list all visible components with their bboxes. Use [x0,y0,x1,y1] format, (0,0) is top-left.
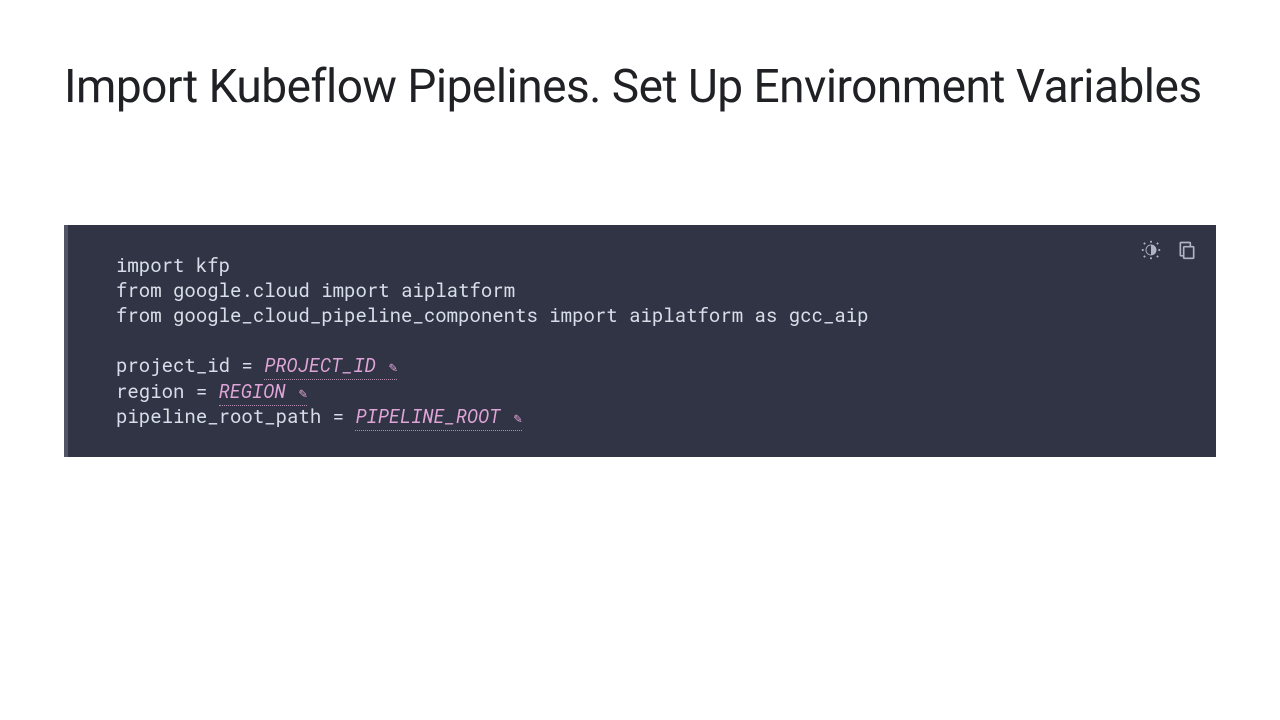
pencil-icon: ✎ [514,408,522,427]
pencil-icon: ✎ [299,383,307,402]
placeholder-project-id[interactable]: PROJECT_ID ✎ [264,353,397,380]
code-line-7: pipeline_root_path = PIPELINE_ROOT ✎ [116,404,1168,429]
code-line-5: project_id = PROJECT_ID ✎ [116,353,1168,378]
code-line-3: from google_cloud_pipeline_components im… [116,303,1168,328]
copy-icon [1177,240,1197,260]
theme-toggle-button[interactable] [1140,239,1162,261]
copy-button[interactable] [1176,239,1198,261]
code-block: import kfp from google.cloud import aipl… [64,225,1216,456]
code-line-6: region = REGION ✎ [116,379,1168,404]
code-line-2: from google.cloud import aiplatform [116,278,1168,303]
code-blank-line [116,328,1168,353]
theme-icon [1140,239,1162,261]
placeholder-region[interactable]: REGION ✎ [219,379,308,406]
placeholder-pipeline-root[interactable]: PIPELINE_ROOT ✎ [355,404,522,431]
code-line-1: import kfp [116,253,1168,278]
slide-title: Import Kubeflow Pipelines. Set Up Enviro… [64,60,1216,115]
code-actions [1140,239,1198,261]
pencil-icon: ✎ [389,357,397,376]
